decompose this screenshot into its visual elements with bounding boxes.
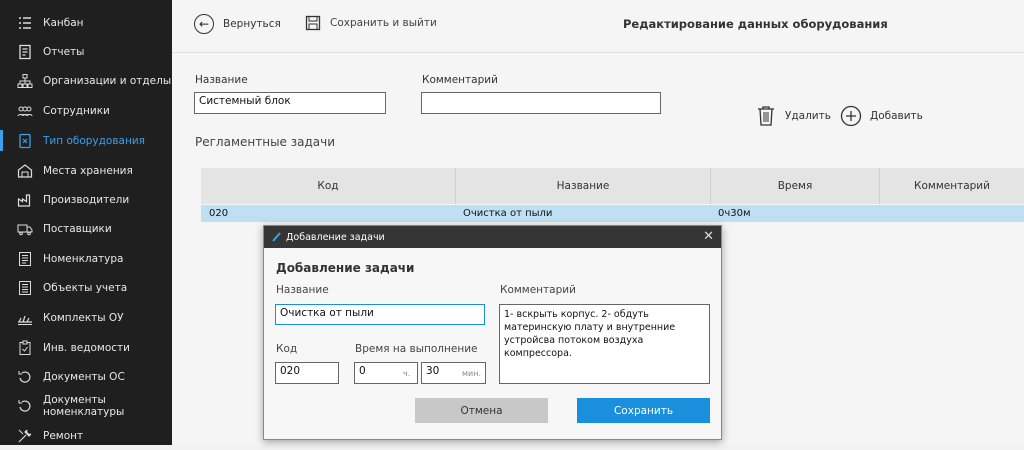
dialog-heading: Добавление задачи	[276, 261, 415, 275]
add-button[interactable]: Добавить	[840, 105, 923, 127]
cell-name: Очистка от пыли	[463, 208, 553, 219]
column-header-time[interactable]: Время	[711, 168, 880, 204]
name-input[interactable]: Системный блок	[194, 92, 386, 114]
kanban-icon	[17, 15, 33, 31]
sidebar-item-reports[interactable]: Отчеты	[0, 37, 172, 66]
sidebar-item-label: Отчеты	[43, 45, 85, 58]
save-and-exit-label: Сохранить и выйти	[330, 17, 437, 29]
sidebar-item-accounting-objects[interactable]: Объекты учета	[0, 273, 172, 302]
sidebar-item-label: Инв. ведомости	[43, 341, 130, 354]
sidebar-item-label: Ремонт	[43, 429, 84, 442]
storage-icon	[17, 163, 33, 179]
delete-button[interactable]: Удалить	[757, 106, 831, 126]
dialog-code-label: Код	[276, 343, 298, 355]
sidebar-item-equipment-type[interactable]: Тип оборудования	[0, 126, 172, 155]
sidebar-item-organizations[interactable]: Организации и отделы	[0, 66, 172, 95]
table-header: Код Название Время Комментарий	[201, 168, 1024, 204]
dialog-name-input[interactable]: Очистка от пыли	[275, 304, 485, 325]
cell-time: 0ч30м	[718, 208, 751, 219]
doc-nom-icon	[17, 398, 33, 414]
sidebar-item-repair[interactable]: Ремонт	[0, 421, 172, 450]
sidebar-item-storage[interactable]: Места хранения	[0, 156, 172, 185]
sidebar-item-label: Поставщики	[43, 222, 112, 235]
sidebar-item-kanban[interactable]: Канбан	[0, 8, 172, 37]
delete-label: Удалить	[785, 110, 831, 122]
sidebar-item-label: Сотрудники	[43, 104, 110, 117]
sidebar-item-documents-nomenclature[interactable]: Документы номенклатуры	[0, 391, 172, 420]
sidebar-item-label: Производители	[43, 193, 130, 206]
sidebar-item-label: Комплекты ОУ	[43, 311, 124, 324]
clipboard-icon	[17, 340, 33, 356]
dialog-code-input[interactable]: 020	[275, 362, 339, 384]
minutes-unit: мин.	[462, 369, 482, 378]
add-label: Добавить	[870, 110, 923, 122]
sidebar-item-inventory-sheets[interactable]: Инв. ведомости	[0, 333, 172, 362]
kits-icon	[17, 310, 33, 326]
sidebar-item-label: Тип оборудования	[43, 134, 145, 147]
report-icon	[17, 44, 33, 60]
dialog-comment-label: Комментарий	[500, 284, 576, 296]
cancel-button[interactable]: Отмена	[415, 398, 548, 423]
dialog-titlebar[interactable]: Добавление задачи ✕	[264, 226, 721, 248]
sidebar-item-employees[interactable]: Сотрудники	[0, 96, 172, 125]
sidebar-item-documents-os[interactable]: Документы ОС	[0, 362, 172, 391]
back-button-label: Вернуться	[223, 18, 281, 30]
page-title: Редактирование данных оборудования	[623, 17, 888, 31]
trash-icon	[758, 106, 774, 126]
comment-input[interactable]	[421, 92, 661, 114]
nomenclature-icon	[17, 251, 33, 267]
objects-icon	[17, 280, 33, 296]
sidebar-item-label: Места хранения	[43, 164, 133, 177]
dialog-window-title: Добавление задачи	[286, 231, 385, 243]
plus-circle-icon	[840, 105, 862, 127]
column-header-code[interactable]: Код	[201, 168, 456, 204]
save-and-exit-button[interactable]: Сохранить и выйти	[305, 15, 437, 31]
sidebar-item-kits[interactable]: Комплекты ОУ	[0, 303, 172, 332]
save-button[interactable]: Сохранить	[577, 398, 710, 423]
toolbar-divider	[172, 52, 1024, 53]
cell-code: 020	[209, 208, 229, 219]
section-title: Регламентные задачи	[195, 135, 336, 149]
org-icon	[17, 73, 33, 89]
people-icon	[17, 103, 33, 119]
sidebar-item-label: Документы номенклатуры	[43, 393, 125, 418]
name-label: Название	[195, 74, 248, 86]
factory-icon	[17, 192, 33, 208]
column-header-name[interactable]: Название	[456, 168, 711, 204]
repair-icon	[17, 428, 33, 444]
dialog-time-label: Время на выполнение	[355, 343, 478, 355]
sidebar-item-label: Документы ОС	[43, 370, 125, 383]
doc-os-icon	[17, 369, 33, 385]
back-button[interactable]: ← Вернуться	[194, 14, 281, 34]
floppy-disk-icon	[305, 15, 321, 31]
column-header-comment[interactable]: Комментарий	[880, 168, 1024, 204]
close-icon[interactable]: ✕	[703, 229, 714, 244]
comment-label: Комментарий	[422, 74, 498, 86]
sidebar-item-label: Канбан	[43, 16, 84, 29]
app-logo-icon	[272, 232, 281, 242]
sidebar-item-label: Организации и отделы	[43, 74, 172, 87]
add-task-dialog: Добавление задачи ✕ Добавление задачи На…	[263, 225, 722, 440]
sidebar-item-suppliers[interactable]: Поставщики	[0, 214, 172, 243]
sidebar-item-label: Номенклатура	[43, 252, 124, 265]
dialog-comment-input[interactable]: 1- вскрыть корпус. 2- обдуть материнскую…	[499, 304, 710, 384]
arrow-left-icon: ←	[194, 14, 214, 34]
sidebar: Канбан Отчеты Организации и отделы Сотру…	[0, 0, 172, 445]
toolbar: ← Вернуться Сохранить и выйти Редактиров…	[172, 0, 1024, 52]
table-row[interactable]: 020 Очистка от пыли 0ч30м	[201, 205, 1024, 222]
truck-icon	[17, 221, 33, 237]
sidebar-item-manufacturers[interactable]: Производители	[0, 185, 172, 214]
sidebar-item-nomenclature[interactable]: Номенклатура	[0, 244, 172, 273]
dialog-name-label: Название	[276, 284, 329, 296]
hours-unit: ч.	[403, 369, 411, 378]
equipment-type-icon	[17, 133, 33, 149]
sidebar-item-label: Объекты учета	[43, 281, 128, 294]
